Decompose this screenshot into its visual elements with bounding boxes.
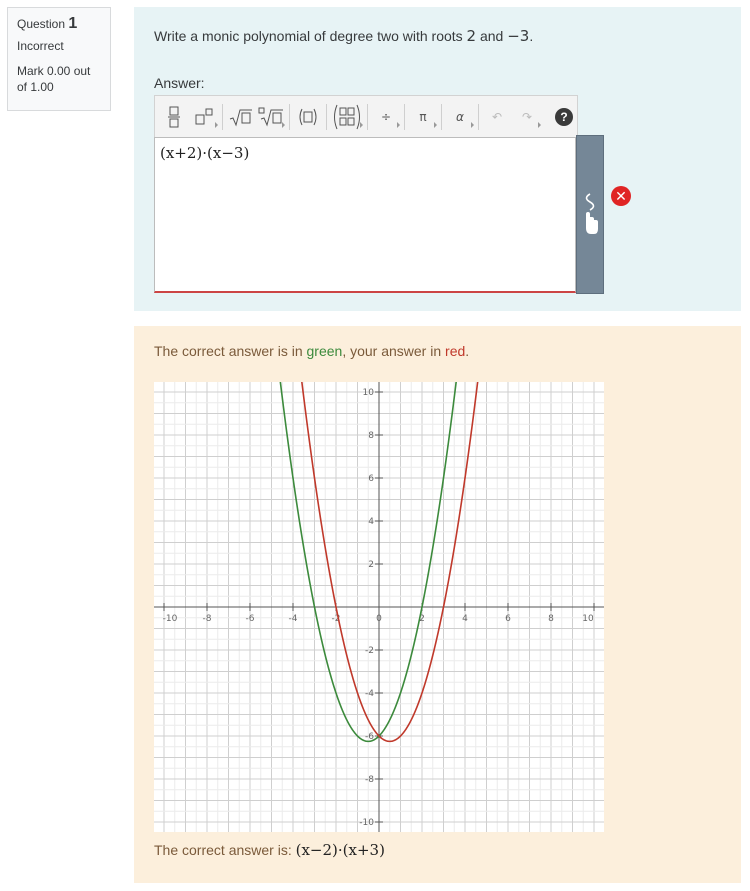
pi-icon[interactable]: π [410, 100, 437, 134]
function-plot-svg: -10 -8 -6 -4 -2 0 2 4 6 8 10108642-2-4-6-8-10 [154, 382, 604, 832]
question-mark: Mark 0.00 out of 1.00 [17, 64, 91, 94]
handwriting-toggle[interactable] [576, 135, 604, 294]
x-tick-label: 0 [376, 614, 382, 624]
question-number: Question 1 [17, 15, 78, 32]
question-info: Question 1 Incorrect Mark 0.00 out of 1.… [7, 7, 111, 111]
y-tick-label: 6 [368, 474, 374, 484]
x-tick-label: 8 [548, 614, 554, 624]
divide-icon[interactable]: ÷ [373, 100, 400, 134]
y-tick-label: 2 [368, 560, 374, 570]
correct-answer: The correct answer is: (x−2)·(x+3) [154, 841, 385, 859]
undo-icon[interactable]: ↶ [484, 100, 510, 134]
redo-icon[interactable]: ↷ [514, 100, 541, 134]
nthroot-icon[interactable] [258, 100, 285, 134]
alpha-icon[interactable]: α [447, 100, 474, 134]
x-tick-label: -6 [246, 614, 255, 624]
question-state: Incorrect [17, 39, 64, 53]
y-tick-label: -8 [365, 775, 374, 785]
x-tick-label: -10 [163, 614, 178, 624]
fraction-icon[interactable] [161, 100, 187, 134]
incorrect-icon: ✕ [611, 186, 631, 206]
x-tick-label: -8 [203, 614, 212, 624]
answer-input[interactable]: (x+2)·(x−3) [154, 137, 576, 293]
handwriting-hand-icon [585, 192, 598, 234]
x-tick-label: 4 [462, 614, 468, 624]
y-tick-label: -4 [365, 689, 374, 699]
sqrt-icon[interactable] [228, 100, 254, 134]
feedback-intro: The correct answer is in green, your ans… [154, 343, 470, 359]
function-plot: -10 -8 -6 -4 -2 0 2 4 6 8 10 10 8 6 4 2 -2 -4 -6 -8 -10 [154, 382, 604, 832]
feedback-block: The correct answer is in green, your ans… [134, 326, 741, 883]
matrix-icon[interactable] [332, 100, 363, 134]
answer-label: Answer: [154, 75, 205, 91]
help-icon[interactable]: ? [555, 108, 573, 126]
y-tick-label: -10 [359, 818, 374, 828]
x-tick-label: 6 [505, 614, 511, 624]
parentheses-icon[interactable] [295, 100, 321, 134]
question-formulation: Write a monic polynomial of degree two w… [134, 7, 741, 311]
x-tick-label: 10 [582, 614, 594, 624]
y-tick-label: 4 [368, 517, 374, 527]
question-text: Write a monic polynomial of degree two w… [154, 27, 534, 45]
y-tick-label: -2 [365, 646, 374, 656]
y-tick-label: 10 [363, 388, 375, 398]
y-tick-label: 8 [368, 431, 374, 441]
math-editor-toolbar: ÷ π α ↶ ↷ ? [154, 95, 578, 139]
superscript-icon[interactable] [191, 100, 218, 134]
x-tick-label: -4 [289, 614, 298, 624]
